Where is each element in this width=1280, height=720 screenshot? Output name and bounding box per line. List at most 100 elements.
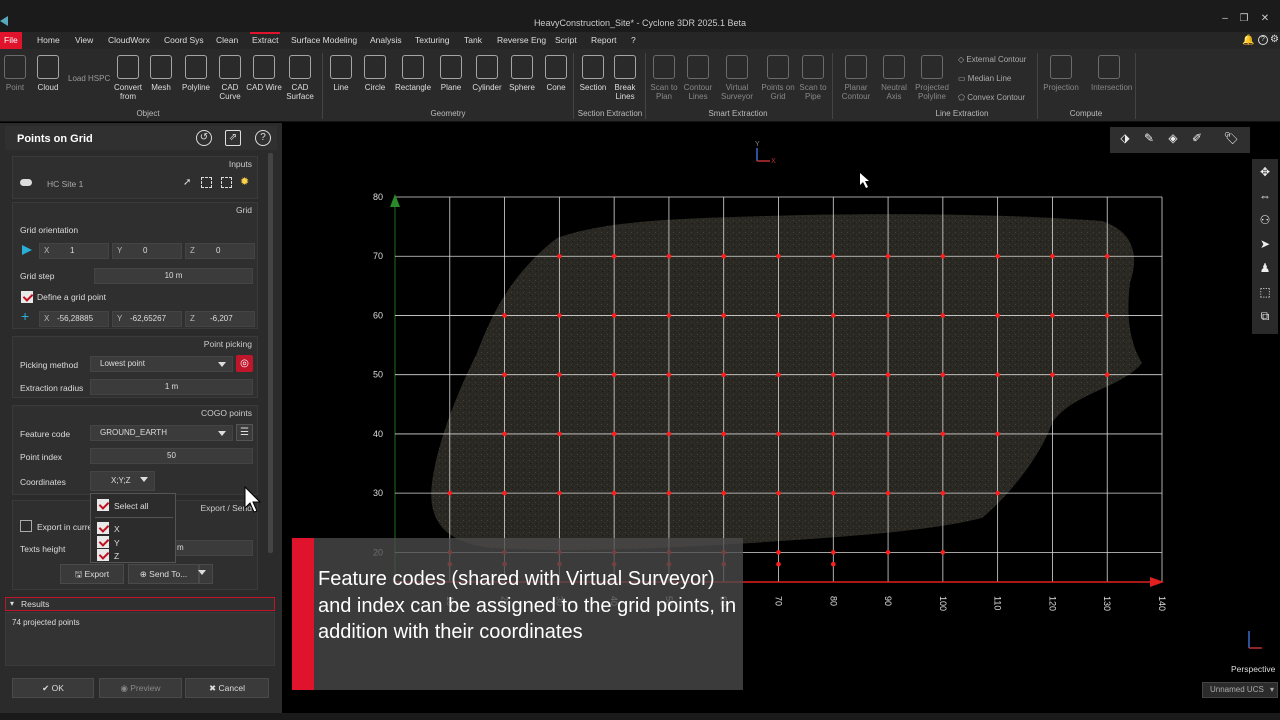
reset-icon[interactable]: ↺: [196, 130, 212, 146]
menu-script[interactable]: Script: [555, 32, 577, 49]
notification-icon[interactable]: 🔔: [1242, 35, 1254, 46]
preview-button[interactable]: ◉ Preview: [99, 678, 182, 698]
ribbon-neutral-axis-button[interactable]: Neutral Axis: [876, 55, 912, 101]
x-checkbox[interactable]: [97, 522, 109, 534]
highlight-icon[interactable]: ✹: [240, 175, 249, 188]
orient-y-field[interactable]: Y0: [112, 243, 182, 259]
menu-file[interactable]: File: [0, 32, 22, 49]
menu-coord-sys[interactable]: Coord Sys: [164, 32, 204, 49]
ribbon-rectangle-button[interactable]: Rectangle: [395, 55, 431, 92]
feature-code-settings-icon[interactable]: ☰: [236, 424, 253, 441]
menu-cloudworx[interactable]: CloudWorx: [108, 32, 150, 49]
ribbon-cad-wire-button[interactable]: CAD Wire: [246, 55, 282, 92]
ribbon-polyline-button[interactable]: Polyline: [178, 55, 214, 92]
select-rectangle-icon[interactable]: [201, 177, 212, 188]
menu-home[interactable]: Home: [37, 32, 60, 49]
point-z-field[interactable]: Z -6,207: [185, 311, 255, 327]
export-button[interactable]: 🖫 Export: [60, 564, 124, 584]
menu-clean[interactable]: Clean: [216, 32, 238, 49]
convex-contour-button[interactable]: ⬠ Convex Contour: [958, 93, 1025, 102]
menu-report[interactable]: Report: [591, 32, 617, 49]
pick-point-icon[interactable]: +: [21, 309, 29, 323]
rotate-icon[interactable]: ✎: [1138, 127, 1160, 149]
menu-analysis[interactable]: Analysis: [370, 32, 402, 49]
zoom-fit-icon[interactable]: ⇔: [1254, 185, 1276, 207]
orient-z-field[interactable]: Z0: [185, 243, 255, 259]
external-contour-button[interactable]: ◇ External Contour: [958, 55, 1026, 64]
ucs-selector[interactable]: Unnamed UCS ▾: [1202, 682, 1278, 698]
label-icon[interactable]: 🏷: [1220, 127, 1242, 149]
ok-button[interactable]: ✔ OK: [12, 678, 94, 698]
help-icon[interactable]: ?: [255, 130, 271, 146]
extraction-radius-field[interactable]: 1 m: [90, 379, 253, 395]
point-y-field[interactable]: Y -62,65267: [112, 311, 182, 327]
cancel-button[interactable]: ✖ Cancel: [185, 678, 269, 698]
settings-icon[interactable]: ⚙: [1270, 34, 1279, 45]
ribbon-points-on-grid-button[interactable]: Points on Grid: [760, 55, 796, 101]
coordinates-dropdown[interactable]: X;Y;Z: [90, 471, 155, 491]
ribbon-sphere-button[interactable]: Sphere: [504, 55, 540, 92]
ribbon-intersection-button[interactable]: Intersection: [1091, 55, 1132, 92]
orientation-arrow-icon[interactable]: [22, 245, 32, 255]
menu-reverse-eng[interactable]: Reverse Eng: [497, 32, 546, 49]
ribbon-cylinder-button[interactable]: Cylinder: [469, 55, 505, 92]
panel-scrollbar[interactable]: [268, 153, 273, 553]
ribbon-scan-to-pipe-button[interactable]: Scan to Pipe: [795, 55, 831, 101]
tag-icon[interactable]: ✐: [1186, 127, 1208, 149]
ribbon-planar-contour-button[interactable]: Planar Contour: [838, 55, 874, 101]
walk-icon[interactable]: ⚇: [1254, 209, 1276, 231]
send-to-button[interactable]: ⊕ Send To...: [128, 564, 199, 584]
ribbon-contour-lines-button[interactable]: Contour Lines: [680, 55, 716, 101]
point-x-field[interactable]: X -56,28885: [39, 311, 109, 327]
ribbon-cloud-button[interactable]: Cloud: [30, 55, 66, 92]
menu--[interactable]: ?: [631, 32, 636, 49]
ribbon-projected-polyline-button[interactable]: Projected Polyline: [914, 55, 950, 101]
ribbon-cad-surface-button[interactable]: CAD Surface: [282, 55, 318, 101]
y-checkbox[interactable]: [97, 536, 109, 548]
box-icon[interactable]: ⬚: [1254, 281, 1276, 303]
picking-method-dropdown[interactable]: Lowest point: [90, 356, 233, 372]
ribbon-cad-curve-button[interactable]: CAD Curve: [212, 55, 248, 101]
load-hspc-button[interactable]: Load HSPC: [68, 74, 110, 83]
fly-icon[interactable]: ➤: [1254, 233, 1276, 255]
select-pointer-icon[interactable]: ➚: [183, 177, 191, 188]
help-icon[interactable]: ?: [1258, 35, 1268, 45]
ribbon-break-lines-button[interactable]: Break Lines: [607, 55, 643, 101]
ribbon-cone-button[interactable]: Cone: [538, 55, 574, 92]
ribbon-plane-button[interactable]: Plane: [433, 55, 469, 92]
orbit-icon[interactable]: ◈: [1162, 127, 1184, 149]
ribbon-projection-button[interactable]: Projection: [1043, 55, 1079, 92]
define-grid-point-checkbox[interactable]: [21, 291, 33, 303]
z-checkbox[interactable]: [97, 549, 109, 561]
ribbon-scan-to-plan-button[interactable]: Scan to Plan: [646, 55, 682, 101]
export-current-checkbox[interactable]: [20, 520, 32, 532]
menu-texturing[interactable]: Texturing: [415, 32, 450, 49]
close-button[interactable]: ✕: [1258, 14, 1272, 24]
ribbon-mesh-button[interactable]: Mesh: [143, 55, 179, 92]
median-line-button[interactable]: ▭ Median Line: [958, 74, 1011, 83]
send-to-dropdown-button[interactable]: [198, 564, 213, 584]
ribbon-circle-button[interactable]: Circle: [357, 55, 393, 92]
cube-view-icon[interactable]: ⬗: [1114, 127, 1136, 149]
undock-icon[interactable]: ⇗: [225, 130, 241, 146]
maximize-button[interactable]: ❐: [1237, 14, 1251, 24]
menu-surface-modeling[interactable]: Surface Modeling: [291, 32, 357, 49]
feature-code-dropdown[interactable]: GROUND_EARTH: [90, 425, 233, 441]
pan-icon[interactable]: ✥: [1254, 161, 1276, 183]
orient-x-field[interactable]: X1: [39, 243, 109, 259]
clip-box-icon[interactable]: ⧉: [1254, 305, 1276, 327]
menu-extract[interactable]: Extract: [249, 32, 281, 49]
ribbon-virtual-surveyor-button[interactable]: Virtual Surveyor: [719, 55, 755, 101]
ribbon-point-button[interactable]: Point: [0, 55, 33, 92]
select-polygon-icon[interactable]: [221, 177, 232, 188]
results-header[interactable]: ▾ Results: [5, 597, 275, 611]
ribbon-convert-from-button[interactable]: Convert from: [110, 55, 146, 101]
point-index-field[interactable]: 50: [90, 448, 253, 464]
ribbon-section-button[interactable]: Section: [575, 55, 611, 92]
picking-target-icon[interactable]: ◎: [236, 355, 253, 372]
ribbon-line-button[interactable]: Line: [323, 55, 359, 92]
menu-tank[interactable]: Tank: [464, 32, 482, 49]
select-all-checkbox[interactable]: [97, 499, 109, 511]
person-icon[interactable]: ♟: [1254, 257, 1276, 279]
minimize-button[interactable]: –: [1218, 14, 1232, 24]
